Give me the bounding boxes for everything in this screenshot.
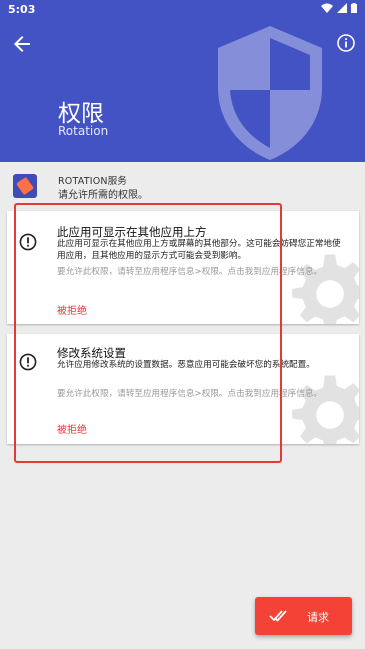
gear-icon	[292, 375, 359, 444]
app-icon	[13, 174, 37, 198]
request-button-label: 请求	[307, 611, 329, 624]
app-description: 请允许所需的权限。	[58, 190, 148, 201]
request-button[interactable]: 请求	[255, 597, 352, 635]
highlight-box	[14, 203, 282, 463]
shield-icon	[218, 26, 322, 160]
page-title: 权限	[58, 101, 104, 127]
status-icons	[321, 3, 357, 13]
app-name: ROTATION服务	[58, 176, 128, 187]
info-icon[interactable]	[336, 33, 356, 53]
status-bar: 5:03	[0, 0, 365, 20]
double-check-icon	[269, 610, 287, 622]
arrow-back-icon[interactable]	[10, 32, 34, 56]
app-info	[0, 162, 365, 206]
signal-icon	[337, 3, 347, 13]
page-subtitle: Rotation	[58, 124, 109, 138]
battery-icon	[351, 3, 357, 13]
status-time: 5:03	[8, 3, 36, 16]
wifi-icon	[321, 3, 333, 13]
header: 5:03 权限 Rotation	[0, 0, 365, 162]
